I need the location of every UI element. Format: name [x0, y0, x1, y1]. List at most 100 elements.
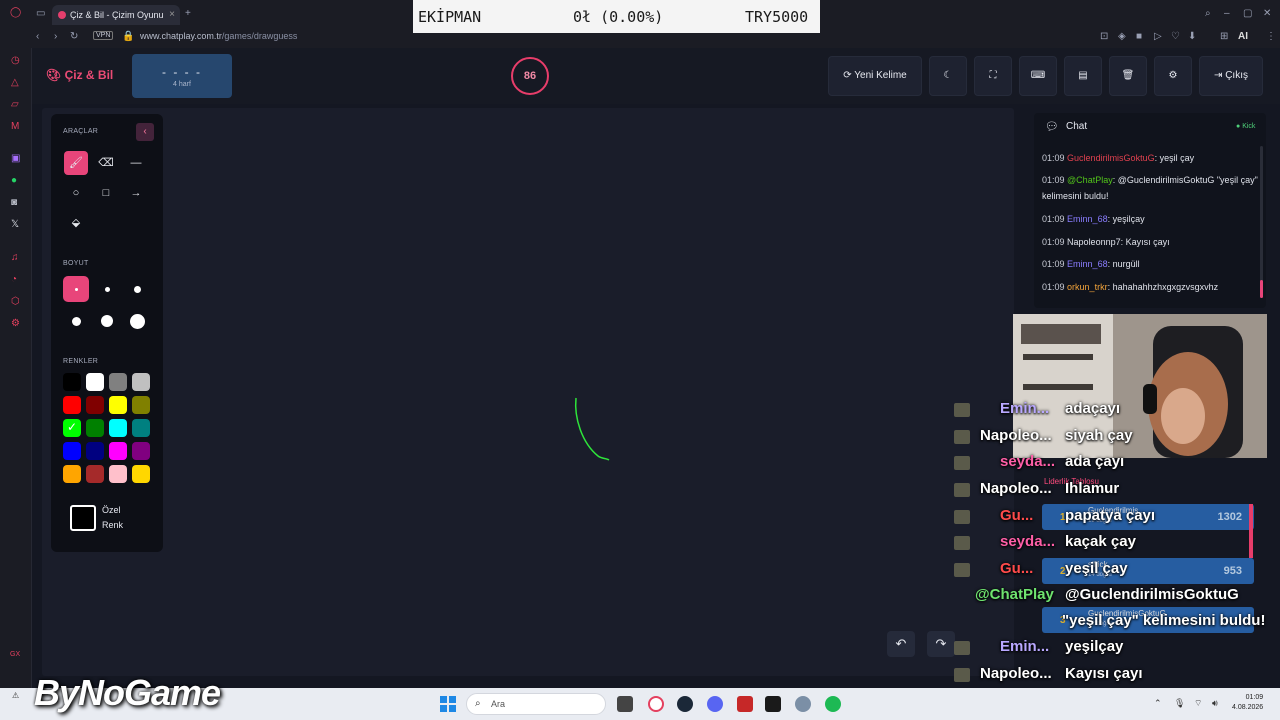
color-swatch[interactable]: [63, 373, 81, 391]
pinboard-icon[interactable]: ▱: [11, 99, 19, 110]
chat-user[interactable]: Napoleonnp7: [1067, 237, 1121, 247]
minimize-icon[interactable]: –: [1224, 8, 1230, 19]
size-option-4[interactable]: [63, 308, 89, 334]
game-logo[interactable]: 🎨︎ Çiz & Bil: [46, 68, 113, 82]
undo-button[interactable]: ↶: [887, 631, 915, 657]
chat-user[interactable]: Eminn_68: [1067, 214, 1108, 224]
redo-button[interactable]: ↷: [927, 631, 955, 657]
size-option-1[interactable]: [63, 276, 89, 302]
color-swatch[interactable]: [132, 419, 150, 437]
new-tab-button[interactable]: +: [185, 8, 191, 19]
keyboard-button[interactable]: ⌨: [1019, 56, 1057, 96]
color-swatch[interactable]: [109, 373, 127, 391]
menu-icon[interactable]: ⋮: [1266, 31, 1276, 42]
fill-tool[interactable]: ⬙: [64, 211, 88, 235]
clear-button[interactable]: 🗑︎: [1109, 56, 1147, 96]
size-option-3[interactable]: [124, 276, 150, 302]
taskbar-clock[interactable]: 01:09 4.08.2026: [1232, 693, 1263, 713]
color-swatch[interactable]: [109, 419, 127, 437]
url-field[interactable]: www.chatplay.com.tr/games/drawguess: [140, 31, 297, 41]
speed-dial-icon[interactable]: ◷: [11, 55, 20, 66]
shield-icon[interactable]: ◈: [1118, 31, 1126, 42]
gx-icon[interactable]: GX: [10, 651, 20, 658]
opera-taskbar-icon[interactable]: [648, 696, 664, 712]
chat-scrollbar[interactable]: [1260, 146, 1263, 298]
history-icon[interactable]: ◔: [11, 274, 17, 285]
custom-color-swatch[interactable]: [70, 505, 96, 531]
color-swatch[interactable]: [86, 396, 104, 414]
color-swatch[interactable]: [63, 465, 81, 483]
circle-tool[interactable]: ○: [64, 181, 88, 205]
chat-scrollbar-thumb[interactable]: [1260, 280, 1263, 298]
chat-user[interactable]: Eminn_68: [1067, 259, 1108, 269]
discord-taskbar-icon[interactable]: [707, 696, 723, 712]
brush-tool[interactable]: 🖌︎: [64, 151, 88, 175]
wifi-icon[interactable]: ⌔: [1194, 698, 1202, 709]
rectangle-tool[interactable]: □: [94, 181, 118, 205]
color-swatch[interactable]: ✓: [63, 419, 81, 437]
search-tabs-icon[interactable]: ⌕: [1205, 8, 1211, 19]
tab-overview-icon[interactable]: ▭: [36, 8, 45, 19]
extensions-icon[interactable]: ⊡: [1100, 31, 1108, 42]
color-swatch[interactable]: [63, 442, 81, 460]
settings-taskbar-icon[interactable]: [795, 696, 811, 712]
maximize-icon[interactable]: ▢: [1243, 8, 1252, 19]
color-swatch[interactable]: [86, 442, 104, 460]
color-swatch[interactable]: [109, 442, 127, 460]
vpn-badge[interactable]: VPN: [93, 31, 114, 40]
discord-icon[interactable]: ◙: [11, 197, 17, 208]
color-swatch[interactable]: [86, 419, 104, 437]
adblock-icon[interactable]: ■: [1136, 31, 1142, 42]
windows-start-icon[interactable]: [440, 696, 456, 712]
mic-icon[interactable]: 🎙︎: [1174, 698, 1185, 709]
new-word-button[interactable]: ⟳ Yeni Kelime: [828, 56, 922, 96]
capture-icon[interactable]: ⊞: [1220, 31, 1228, 42]
chat-user[interactable]: GuclendirilmisGoktuG: [1067, 153, 1155, 163]
size-option-6[interactable]: [124, 308, 150, 334]
reload-icon[interactable]: ↻: [70, 31, 78, 42]
ai-button[interactable]: AI: [1238, 31, 1248, 42]
tab-close-icon[interactable]: ×: [169, 9, 175, 20]
drawing-canvas[interactable]: [42, 108, 1014, 676]
app-taskbar-icon[interactable]: [737, 696, 753, 712]
music-icon[interactable]: ♫: [11, 252, 19, 263]
steam-icon[interactable]: [677, 696, 693, 712]
tray-chevron-icon[interactable]: ⌃: [1154, 698, 1162, 709]
chat-user[interactable]: @ChatPlay: [1067, 175, 1113, 185]
back-icon[interactable]: ‹: [36, 31, 39, 42]
collapse-panel-button[interactable]: ‹: [136, 123, 154, 141]
color-swatch[interactable]: [132, 442, 150, 460]
settings-sidebar-icon[interactable]: ⚙: [11, 318, 20, 329]
exit-button[interactable]: ⇥ Çıkış: [1199, 56, 1263, 96]
task-view-icon[interactable]: [617, 696, 633, 712]
taskbar-search[interactable]: ⌕ Ara: [466, 693, 606, 715]
color-swatch[interactable]: [132, 396, 150, 414]
color-swatch[interactable]: [86, 465, 104, 483]
download-icon[interactable]: ⬇: [1188, 31, 1196, 42]
gmail-icon[interactable]: M: [11, 121, 19, 132]
whatsapp-icon[interactable]: ●: [11, 175, 17, 186]
twitch-icon[interactable]: ▣: [11, 153, 20, 164]
close-window-icon[interactable]: ✕: [1263, 8, 1271, 19]
forward-icon[interactable]: ›: [54, 31, 57, 42]
extensions-sidebar-icon[interactable]: ⬡: [11, 296, 20, 307]
custom-color-label[interactable]: Özel Renk: [102, 503, 123, 533]
line-tool[interactable]: —: [124, 151, 148, 175]
heart-icon[interactable]: ♡: [1171, 31, 1180, 42]
tab-drawguess[interactable]: Çiz & Bil - Çizim Oyunu ×: [52, 5, 180, 25]
archive-button[interactable]: ▤: [1064, 56, 1102, 96]
size-option-5[interactable]: [94, 308, 120, 334]
color-swatch[interactable]: [109, 465, 127, 483]
color-swatch[interactable]: [63, 396, 81, 414]
color-swatch[interactable]: [132, 373, 150, 391]
x-icon[interactable]: 𝕏: [11, 219, 19, 230]
fullscreen-button[interactable]: ⛶: [974, 56, 1012, 96]
arrow-tool[interactable]: →: [124, 181, 148, 205]
size-option-2[interactable]: [94, 276, 120, 302]
volume-icon[interactable]: 🔊︎: [1212, 698, 1218, 709]
color-swatch[interactable]: [86, 373, 104, 391]
chat-user[interactable]: orkun_trkr: [1067, 282, 1108, 292]
play-icon[interactable]: ▷: [1154, 31, 1162, 42]
color-swatch[interactable]: [132, 465, 150, 483]
theme-toggle-button[interactable]: ☾: [929, 56, 967, 96]
